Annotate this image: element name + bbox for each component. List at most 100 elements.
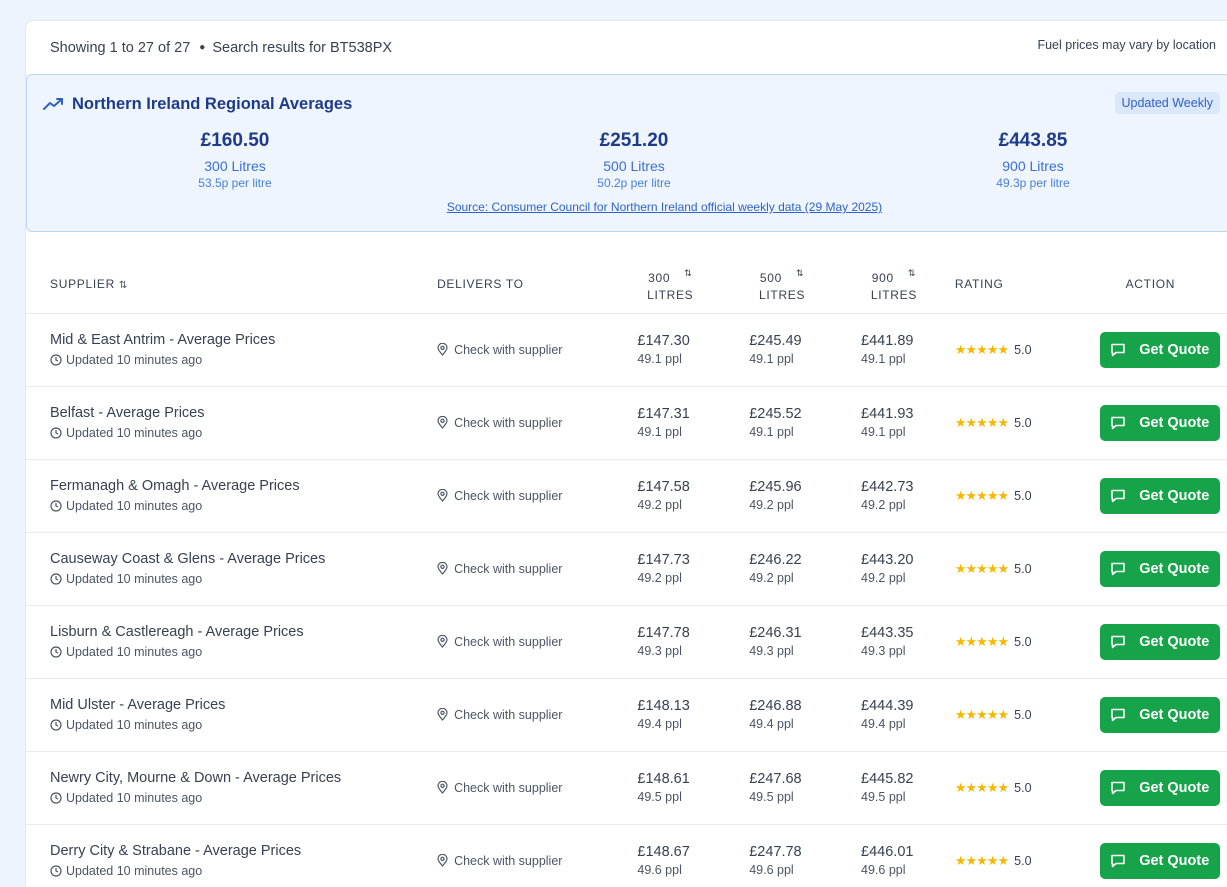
supplier-name[interactable]: Mid Ulster - Average Prices [50, 697, 437, 713]
column-header-900-litres[interactable]: 900 ⇅ LITRES [838, 256, 950, 314]
delivers-cell: Check with supplier [437, 678, 615, 752]
updated-label: Updated 10 minutes ago [66, 718, 203, 732]
ppl-500: 49.4 ppl [749, 717, 794, 731]
price-900-cell: £441.89 49.1 ppl [838, 313, 950, 387]
price-900-cell: £445.82 49.5 ppl [838, 751, 950, 825]
price-500-cell: £246.22 49.2 ppl [726, 532, 839, 606]
ppl-900: 49.1 ppl [861, 352, 906, 366]
delivers-label: Check with supplier [454, 853, 563, 868]
supplier-name[interactable]: Lisburn & Castlereagh - Average Prices [50, 624, 437, 640]
updated-time: Updated 10 minutes ago [50, 572, 437, 586]
clock-icon [50, 792, 62, 804]
clock-icon [50, 646, 62, 658]
table-row: Newry City, Mourne & Down - Average Pric… [26, 751, 1227, 825]
supplier-name[interactable]: Newry City, Mourne & Down - Average Pric… [50, 770, 437, 786]
rating-cell: ★★★★★ 5.0 [949, 386, 1070, 460]
delivers-cell: Check with supplier [437, 824, 615, 887]
rating-value: 5.0 [1014, 853, 1032, 868]
rating-cell: ★★★★★ 5.0 [949, 824, 1070, 887]
message-square-icon [1110, 854, 1126, 868]
message-square-icon [1110, 781, 1126, 795]
column-header-300-litres[interactable]: 300 ⇅ LITRES [614, 256, 727, 314]
price-900: £446.01 [861, 844, 914, 860]
price-500-cell: £247.68 49.5 ppl [726, 751, 839, 825]
price-500: £246.31 [749, 625, 802, 641]
ppl-900: 49.3 ppl [861, 644, 906, 658]
star-icon: ★★★★★ [954, 852, 1009, 868]
get-quote-button[interactable]: Get Quote [1099, 477, 1220, 514]
ppl-300: 49.2 ppl [637, 498, 682, 512]
column-header-label: 500 [759, 270, 783, 285]
price-900-cell: £442.73 49.2 ppl [838, 459, 950, 533]
price-500-cell: £245.96 49.2 ppl [726, 459, 839, 533]
column-header-label: SUPPLIER [50, 277, 115, 292]
get-quote-button[interactable]: Get Quote [1099, 550, 1220, 587]
supplier-name[interactable]: Mid & East Antrim - Average Prices [50, 332, 437, 348]
get-quote-button[interactable]: Get Quote [1099, 696, 1220, 733]
get-quote-label: Get Quote [1139, 633, 1210, 650]
delivers-label: Check with supplier [454, 780, 563, 795]
column-header-rating: RATING [949, 256, 1070, 314]
separator-dot: ● [199, 42, 206, 53]
price-500: £247.78 [749, 844, 802, 860]
price-900: £441.89 [861, 333, 914, 349]
map-pin-icon [437, 854, 449, 867]
star-icon: ★★★★★ [954, 706, 1009, 722]
supplier-cell: Mid Ulster - Average Prices Updated 10 m… [26, 678, 438, 752]
supplier-rows: Mid & East Antrim - Average Prices Updat… [26, 313, 1227, 887]
updated-time: Updated 10 minutes ago [50, 499, 437, 513]
delivers-label: Check with supplier [454, 342, 563, 357]
price-900-cell: £444.39 49.4 ppl [838, 678, 950, 752]
average-900-litres: £443.85 900 Litres 49.3p per litre [923, 130, 1143, 190]
column-header-supplier[interactable]: SUPPLIER ⇅ [26, 256, 438, 314]
supplier-name[interactable]: Fermanagh & Omagh - Average Prices [50, 478, 437, 494]
rating-cell: ★★★★★ 5.0 [949, 751, 1070, 825]
updated-time: Updated 10 minutes ago [50, 353, 437, 367]
get-quote-label: Get Quote [1139, 487, 1210, 504]
column-header-500-litres[interactable]: 500 ⇅ LITRES [726, 256, 839, 314]
average-volume: 300 Litres [204, 158, 266, 174]
column-header-label: LITRES [759, 287, 806, 302]
column-header-label: 900 [871, 270, 894, 285]
get-quote-button[interactable]: Get Quote [1099, 331, 1220, 368]
average-per-litre: 50.2p per litre [597, 176, 671, 190]
price-900: £443.20 [861, 552, 914, 568]
get-quote-button[interactable]: Get Quote [1099, 404, 1220, 441]
get-quote-button[interactable]: Get Quote [1099, 623, 1220, 660]
price-300-cell: £147.78 49.3 ppl [614, 605, 727, 679]
message-square-icon [1110, 708, 1126, 722]
average-500-litres: £251.20 500 Litres 50.2p per litre [524, 130, 744, 190]
supplier-name[interactable]: Causeway Coast & Glens - Average Prices [50, 551, 437, 567]
average-price: £160.50 [200, 130, 270, 151]
price-900-cell: £443.20 49.2 ppl [838, 532, 950, 606]
get-quote-button[interactable]: Get Quote [1099, 769, 1220, 806]
price-500: £245.96 [749, 479, 802, 495]
price-900: £442.73 [861, 479, 914, 495]
price-300: £148.67 [637, 844, 690, 860]
message-square-icon [1110, 416, 1126, 430]
get-quote-label: Get Quote [1139, 852, 1210, 869]
supplier-name[interactable]: Derry City & Strabane - Average Prices [50, 843, 437, 859]
rating-cell: ★★★★★ 5.0 [949, 459, 1070, 533]
supplier-cell: Fermanagh & Omagh - Average Prices Updat… [26, 459, 438, 533]
ppl-900: 49.2 ppl [861, 498, 906, 512]
supplier-cell: Causeway Coast & Glens - Average Prices … [26, 532, 438, 606]
table-row: Belfast - Average Prices Updated 10 minu… [26, 386, 1227, 460]
ppl-900: 49.5 ppl [861, 790, 906, 804]
source-link[interactable]: Source: Consumer Council for Northern Ir… [27, 200, 1227, 214]
get-quote-label: Get Quote [1139, 341, 1210, 358]
delivers-cell: Check with supplier [437, 386, 615, 460]
column-header-label: RATING [954, 277, 1004, 292]
price-300-cell: £147.30 49.1 ppl [614, 313, 727, 387]
map-pin-icon [437, 708, 449, 721]
ppl-500: 49.6 ppl [749, 863, 794, 877]
map-pin-icon [437, 635, 449, 648]
supplier-name[interactable]: Belfast - Average Prices [50, 405, 437, 421]
get-quote-label: Get Quote [1139, 560, 1210, 577]
message-square-icon [1110, 343, 1126, 357]
price-300: £147.31 [637, 406, 690, 422]
column-header-delivers-to: DELIVERS TO [437, 256, 615, 314]
supplier-cell: Belfast - Average Prices Updated 10 minu… [26, 386, 438, 460]
price-300-cell: £148.67 49.6 ppl [614, 824, 727, 887]
get-quote-button[interactable]: Get Quote [1099, 842, 1220, 879]
